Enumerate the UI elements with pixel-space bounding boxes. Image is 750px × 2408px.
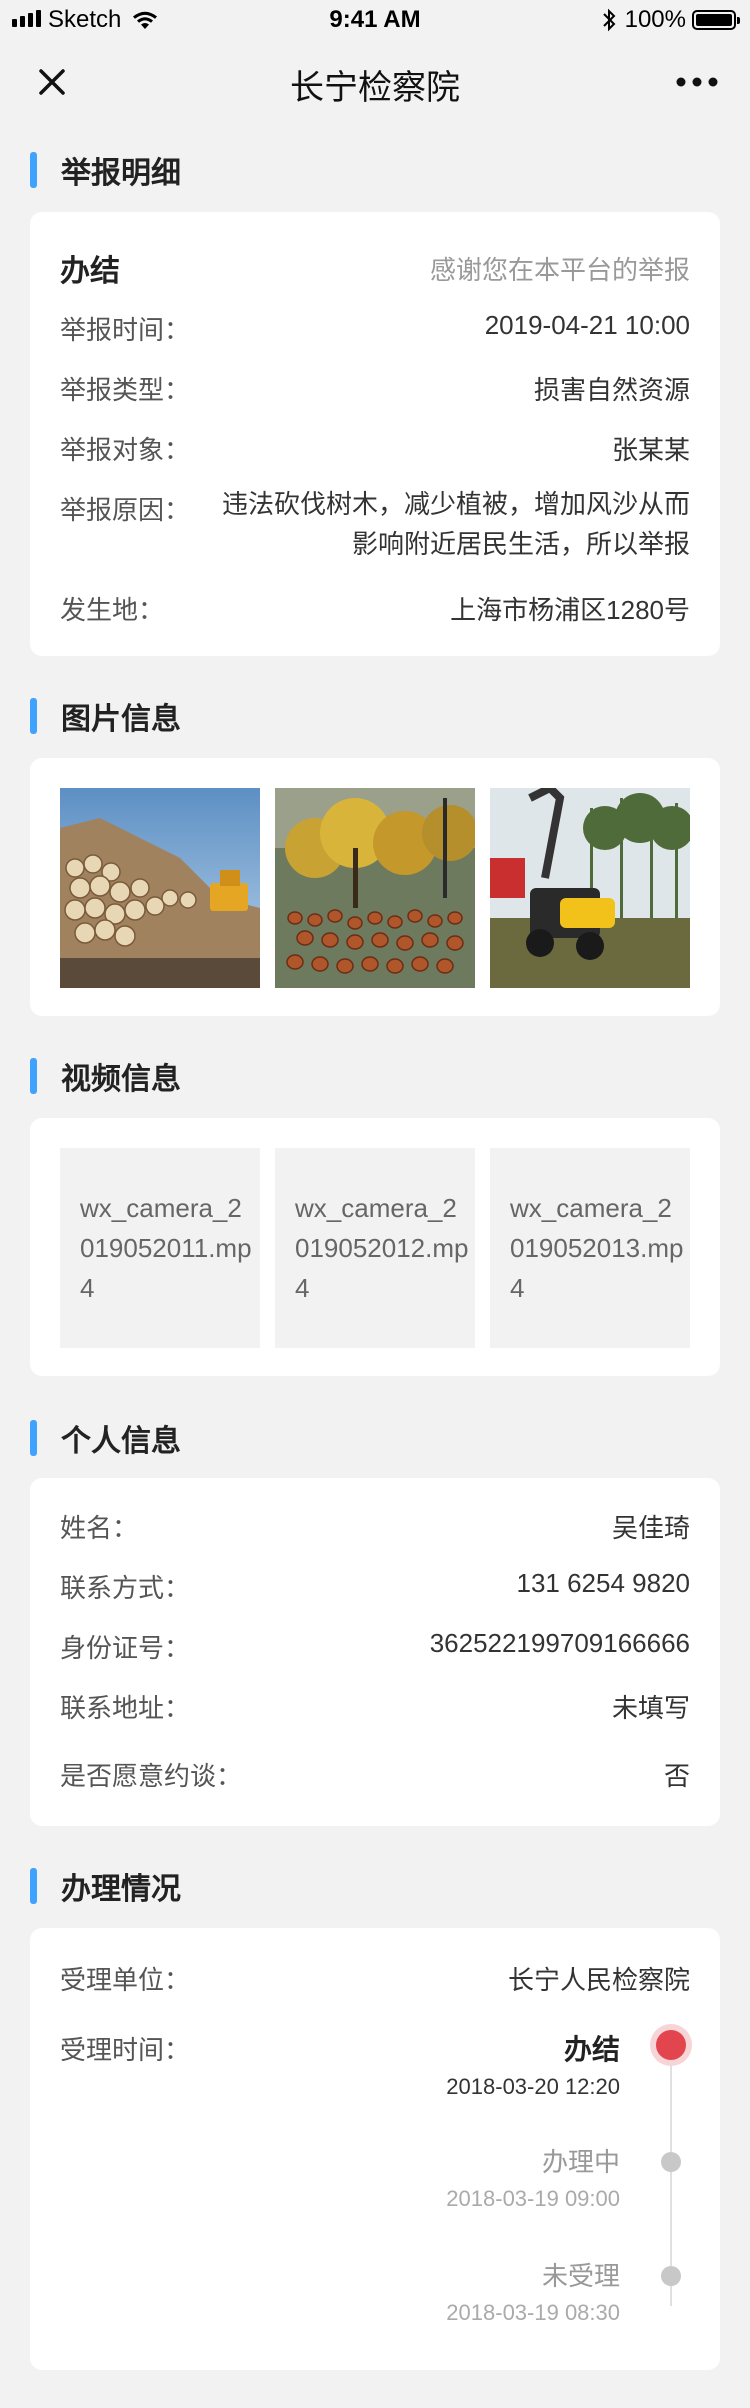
photo-forest[interactable]	[275, 788, 475, 988]
photo-harvester[interactable]	[490, 788, 690, 988]
report-section-header: 举报明细	[30, 150, 181, 190]
nav-bar: 长宁检察院	[0, 40, 750, 124]
video-tile[interactable]: wx_camera_2019052012.mp4	[275, 1148, 475, 1348]
page-title: 长宁检察院	[290, 69, 460, 107]
bluetooth-icon	[602, 8, 616, 32]
personal-row-name: 姓名： 吴佳琦	[60, 1513, 690, 1543]
handling-section-header: 办理情况	[30, 1866, 181, 1906]
more-icon[interactable]	[672, 60, 722, 104]
report-status-row: 办结 感谢您在本平台的举报	[60, 246, 690, 290]
report-row-type: 举报类型： 损害自然资源	[60, 375, 690, 405]
personal-row-address: 联系地址： 未填写	[60, 1693, 690, 1723]
timeline-dot	[661, 2152, 681, 2172]
timeline-status: 未受理	[541, 2261, 620, 2291]
status-right: 100%	[601, 6, 740, 34]
personal-row-id: 身份证号： 362522199709166666	[60, 1628, 690, 1663]
handling-time-label: 受理时间：	[60, 2035, 191, 2065]
section-accent-bar	[30, 152, 37, 188]
section-title: 办理情况	[61, 1873, 181, 1906]
timeline-status: 办结	[563, 2034, 620, 2065]
timeline-dot	[661, 2266, 681, 2286]
section-title: 视频信息	[61, 1063, 181, 1096]
personal-section-header: 个人信息	[30, 1418, 181, 1458]
images-card	[30, 758, 720, 1016]
video-tile[interactable]: wx_camera_2019052013.mp4	[490, 1148, 690, 1348]
section-title: 举报明细	[61, 157, 181, 190]
timeline-dot-active	[656, 2030, 686, 2060]
photo-logs[interactable]	[60, 788, 260, 988]
timeline-time: 2018-03-20 12:20	[446, 2074, 620, 2099]
timeline-time: 2018-03-19 08:30	[446, 2300, 620, 2325]
personal-row-interview: 是否愿意约谈： 否	[60, 1761, 690, 1791]
report-row-time: 举报时间： 2019-04-21 10:00	[60, 310, 690, 345]
timeline-status: 办理中	[541, 2147, 620, 2177]
report-status: 办结	[60, 255, 120, 288]
status-bar: Sketch 9:41 AM 100%	[0, 0, 750, 40]
handling-row-unit: 受理单位： 长宁人民检察院	[60, 1965, 690, 1995]
personal-card: 姓名： 吴佳琦 联系方式： 131 6254 9820 身份证号： 362522…	[30, 1478, 720, 1826]
video-filename: wx_camera_2019052011.mp4	[80, 1193, 252, 1303]
handling-card: 受理单位： 长宁人民检察院 受理时间： 办结 2018-03-20 12:20 …	[30, 1928, 720, 2370]
video-filename: wx_camera_2019052012.mp4	[295, 1193, 469, 1303]
personal-row-phone: 联系方式： 131 6254 9820	[60, 1568, 690, 1603]
section-title: 个人信息	[61, 1425, 181, 1458]
video-filename: wx_camera_2019052013.mp4	[510, 1193, 684, 1303]
videos-card: wx_camera_2019052011.mp4 wx_camera_20190…	[30, 1118, 720, 1376]
report-row-target: 举报对象： 张某某	[60, 435, 690, 465]
section-title: 图片信息	[61, 703, 181, 736]
report-card: 办结 感谢您在本平台的举报 举报时间： 2019-04-21 10:00 举报类…	[30, 212, 720, 656]
thanks-text: 感谢您在本平台的举报	[429, 255, 690, 285]
report-row-reason: 举报原因： 违法砍伐树木，减少植被，增加风沙从而影响附近居民生活，所以举报	[60, 489, 690, 559]
battery-icon	[692, 10, 740, 30]
timeline-time: 2018-03-19 09:00	[446, 2186, 620, 2211]
report-row-location: 发生地： 上海市杨浦区1280号	[60, 595, 690, 625]
videos-section-header: 视频信息	[30, 1056, 181, 1096]
video-tile[interactable]: wx_camera_2019052011.mp4	[60, 1148, 260, 1348]
battery-percent: 100%	[624, 6, 686, 33]
images-section-header: 图片信息	[30, 696, 181, 736]
